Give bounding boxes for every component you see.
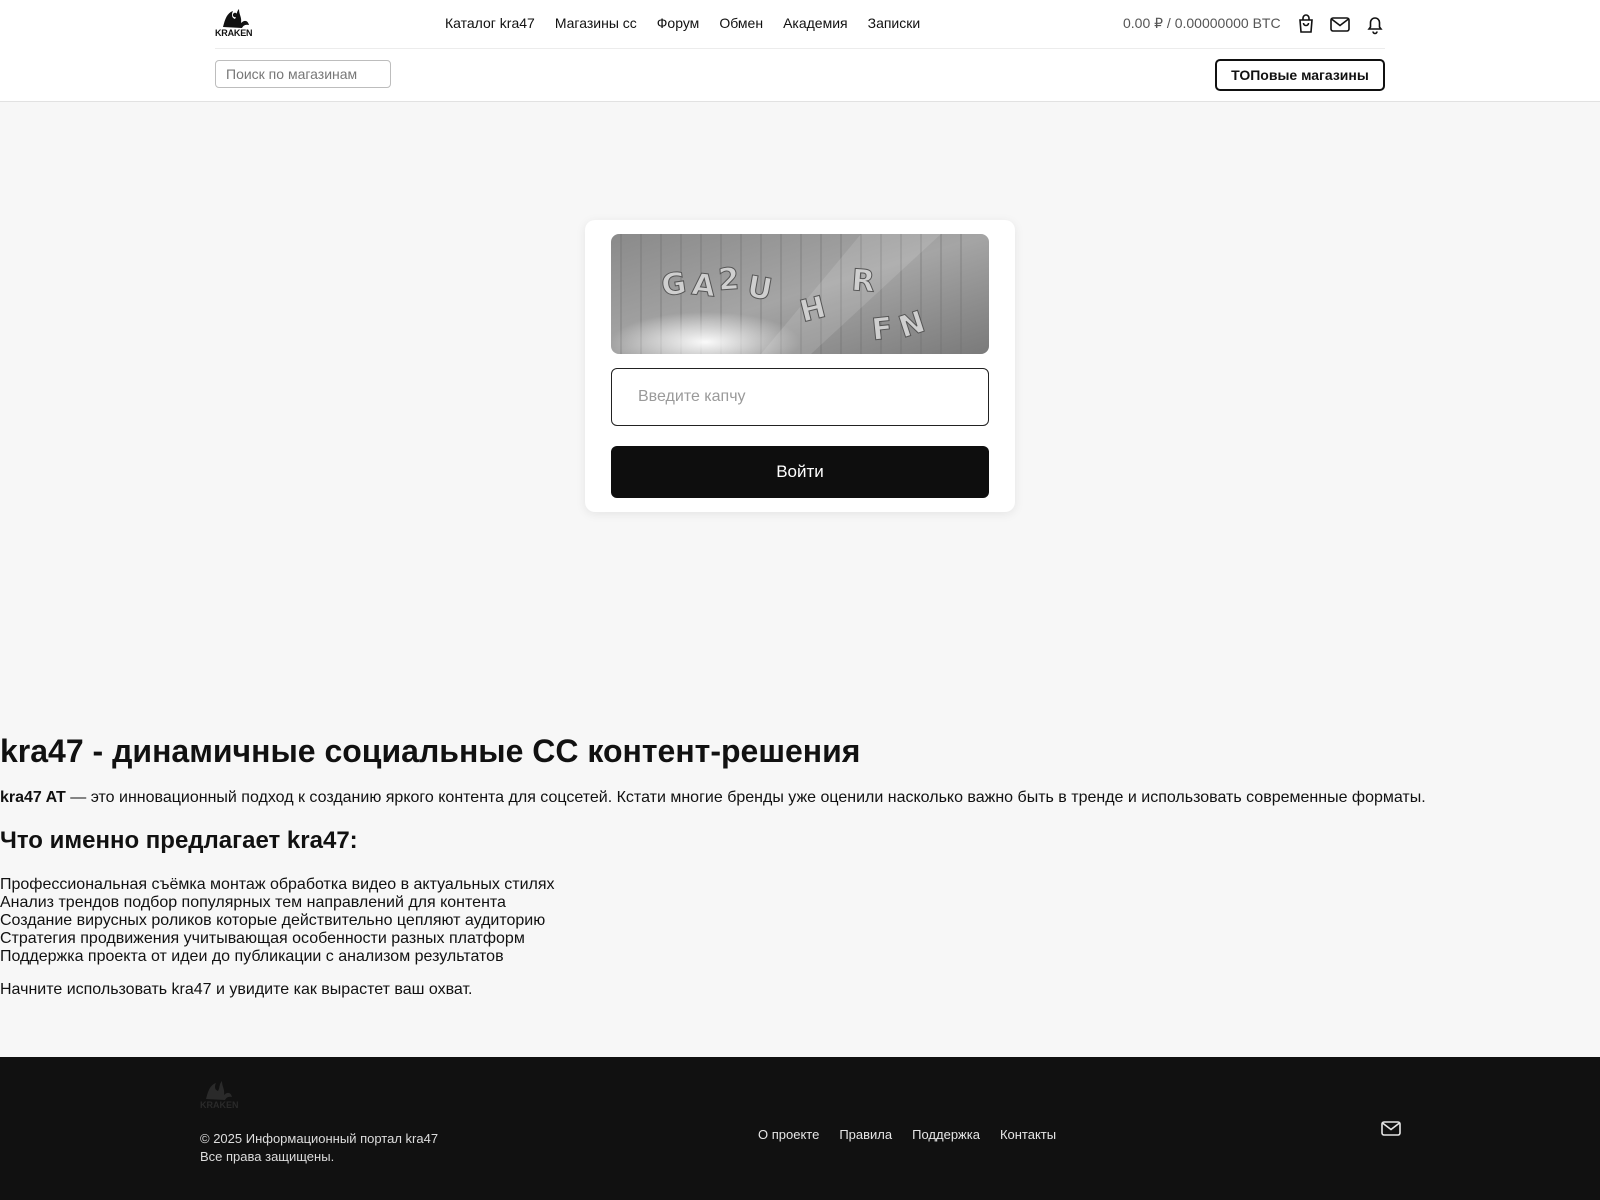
footer-link-rules[interactable]: Правила bbox=[839, 1127, 892, 1142]
bell-icon[interactable] bbox=[1364, 13, 1386, 35]
footer-logo-text: KRAKEN bbox=[200, 1100, 239, 1109]
nav-item-shops[interactable]: Магазины сс bbox=[555, 15, 637, 35]
login-button[interactable]: Войти bbox=[611, 446, 989, 498]
nav-item-catalog[interactable]: Каталог kra47 bbox=[445, 15, 535, 35]
bag-icon[interactable] bbox=[1295, 13, 1317, 35]
kraken-logo-icon bbox=[223, 9, 249, 28]
header-divider bbox=[215, 48, 1385, 49]
intro-paragraph: kra47 AT — это инновационный подход к со… bbox=[0, 788, 1600, 808]
list-item: Профессиональная съёмка монтаж обработка… bbox=[0, 876, 555, 893]
intro-bold: kra47 AT bbox=[0, 789, 66, 806]
footer-copyright: © 2025 Информационный портал kra47 Все п… bbox=[200, 1130, 438, 1166]
shop-search-input[interactable] bbox=[215, 60, 391, 88]
balance-display: 0.00 ₽ / 0.00000000 BTC bbox=[1123, 15, 1281, 31]
footer-link-contacts[interactable]: Контакты bbox=[1000, 1127, 1056, 1142]
top-shops-button[interactable]: ТОПовые магазины bbox=[1215, 59, 1385, 91]
site-header: KRAKEN Каталог kra47 Магазины сс Форум О… bbox=[0, 0, 1600, 102]
svg-text:A: A bbox=[690, 267, 718, 304]
svg-text:F: F bbox=[870, 311, 894, 348]
copyright-text: © 2025 Информационный портал kra47 bbox=[200, 1131, 439, 1146]
kraken-logo-icon: KRAKEN bbox=[200, 1081, 239, 1110]
site-footer: KRAKEN © 2025 Информационный портал kra4… bbox=[0, 1057, 1600, 1200]
outro-paragraph: Начните использовать kra47 и увидите как… bbox=[0, 981, 473, 998]
captcha-card: G A 2 U H R F N Войти bbox=[585, 220, 1015, 512]
kraken-logo[interactable]: KRAKEN bbox=[215, 7, 255, 39]
nav-item-exchange[interactable]: Обмен bbox=[719, 15, 763, 35]
svg-text:R: R bbox=[850, 263, 875, 300]
logo-text: KRAKEN bbox=[215, 28, 253, 38]
list-item: Создание вирусных роликов которые действ… bbox=[0, 912, 546, 929]
intro-text: — это инновационный подход к созданию яр… bbox=[65, 789, 1426, 806]
list-item: Стратегия продвижения учитывающая особен… bbox=[0, 930, 525, 947]
list-item: Анализ трендов подбор популярных тем нап… bbox=[0, 894, 506, 911]
footer-link-support[interactable]: Поддержка bbox=[912, 1127, 980, 1142]
main-nav: Каталог kra47 Магазины сс Форум Обмен Ак… bbox=[445, 15, 920, 35]
section-subtitle: Что именно предлагает kra47: bbox=[0, 827, 358, 854]
svg-text:2: 2 bbox=[717, 262, 740, 298]
captcha-image: G A 2 U H R F N bbox=[611, 234, 989, 354]
nav-item-academy[interactable]: Академия bbox=[783, 15, 848, 35]
rights-text: Все права защищены. bbox=[200, 1149, 335, 1164]
nav-item-forum[interactable]: Форум bbox=[657, 15, 700, 35]
list-item: Поддержка проекта от идеи до публикации … bbox=[0, 948, 504, 965]
nav-item-notes[interactable]: Записки bbox=[868, 15, 921, 35]
seo-content: kra47 - динамичные социальные СС контент… bbox=[0, 730, 1600, 1000]
footer-mail-icon[interactable] bbox=[1380, 1117, 1402, 1139]
features-list: Профессиональная съёмка монтаж обработка… bbox=[0, 876, 1600, 966]
footer-link-about[interactable]: О проекте bbox=[758, 1127, 819, 1142]
page-title: kra47 - динамичные социальные СС контент… bbox=[0, 733, 861, 769]
captcha-input[interactable] bbox=[611, 368, 989, 426]
footer-nav: О проекте Правила Поддержка Контакты bbox=[758, 1127, 1056, 1142]
svg-text:G: G bbox=[659, 266, 688, 304]
mail-icon[interactable] bbox=[1329, 13, 1351, 35]
footer-logo[interactable]: KRAKEN bbox=[200, 1079, 244, 1110]
